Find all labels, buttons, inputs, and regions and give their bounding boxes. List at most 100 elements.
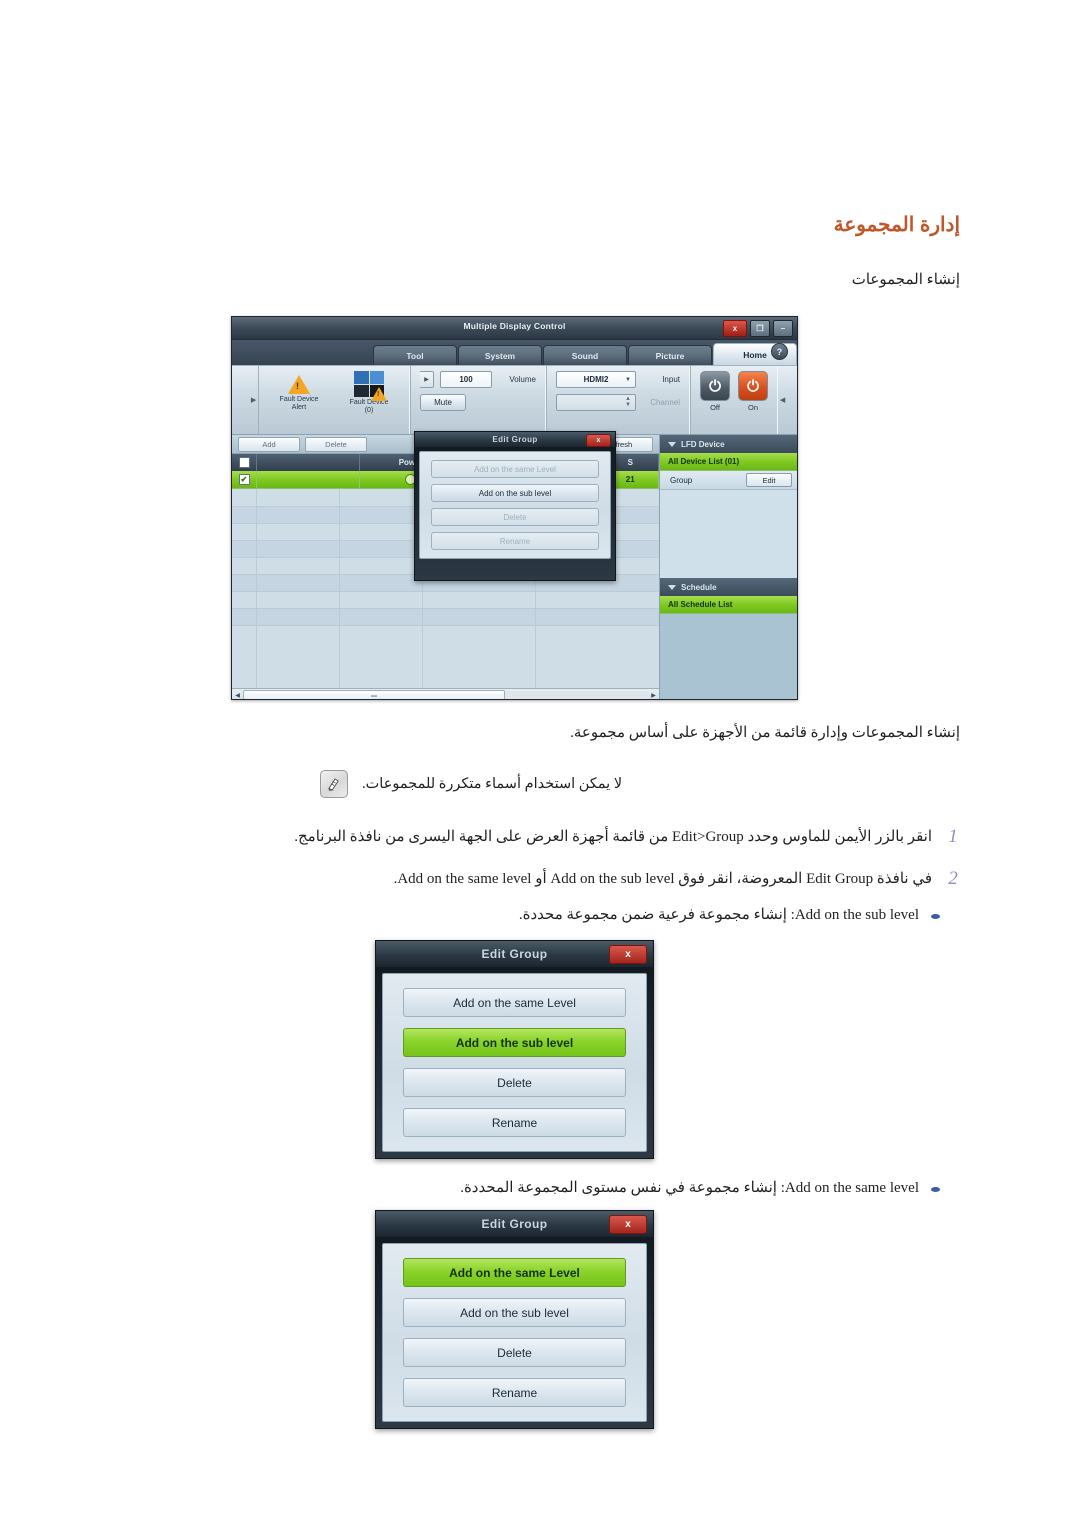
app-tabstrip: Home Picture Sound System Tool ? [232,340,797,366]
column-header-blank [257,454,360,471]
power-off-label: Off [710,403,720,412]
tab-picture[interactable]: Picture [628,345,712,365]
fault-device-alert-control[interactable]: Fault Device Alert [268,371,330,412]
horizontal-scrollbar[interactable]: ◀ ▬ ▶ [232,688,659,699]
close-icon[interactable]: x [586,434,611,447]
schedule-label: Schedule [681,582,717,592]
input-label: Input [662,375,680,384]
add-on-same-level-button[interactable]: Add on the same Level [403,988,626,1017]
group-edit-button[interactable]: Edit [746,473,792,487]
description-paragraph: إنشاء المجموعات وإدارة قائمة من الأجهزة … [570,725,960,741]
app-body: LFD Device All Device List (01) Group Ed… [232,431,797,699]
group-label: Group [670,475,693,485]
bullet-2-label: Add on the same level [784,1180,919,1196]
input-field-row: Input HDMI2 ▼ [556,371,680,388]
all-schedule-list-label: All Schedule List [668,600,733,609]
all-schedule-list-item[interactable]: All Schedule List [660,596,797,614]
scroll-right-icon[interactable]: ▶ [648,692,659,699]
volume-input[interactable]: 100 [440,371,492,388]
edit-group-body: Add on the same Level Add on the sub lev… [382,973,647,1152]
scroll-left-icon[interactable]: ◀ [232,692,243,699]
delete-button[interactable]: Delete [305,436,367,452]
schedule-header[interactable]: Schedule [660,578,797,596]
column-header-checkbox[interactable] [232,454,257,471]
warning-triangle-icon [371,387,387,401]
chevron-down-icon [668,441,676,447]
ribbon-group-power: ⏻ On ⏻ Off [690,366,778,434]
close-icon[interactable]: x [609,1215,647,1234]
ribbon-scroll-right-icon[interactable]: ▶ [249,366,258,434]
tab-sound[interactable]: Sound [543,345,627,365]
rename-button[interactable]: Rename [431,532,599,550]
scrollbar-track[interactable] [505,690,648,699]
edit-group-titlebar: Edit Group x [376,941,653,967]
edit-group-body: Add on the same Level Add on the sub lev… [382,1243,647,1422]
minimize-icon[interactable]: – [773,320,793,337]
tab-tool[interactable]: Tool [373,345,457,365]
edit-group-title: Edit Group [481,1217,548,1231]
mute-row: Mute [420,394,536,411]
delete-button[interactable]: Delete [403,1338,626,1367]
app-window-title: Multiple Display Control [463,321,566,331]
bullet-add-on-sub-level: Add on the sub level: إنشاء مجموعة فرعية… [320,905,940,924]
maximize-icon[interactable]: ❐ [750,320,770,337]
input-select[interactable]: HDMI2 ▼ [556,371,636,388]
power-off-icon[interactable]: ⏻ [700,371,730,401]
rename-button[interactable]: Rename [403,1108,626,1137]
all-device-list-item[interactable]: All Device List (01) [660,453,797,471]
delete-button[interactable]: Delete [431,508,599,526]
chevron-down-icon: ▼ [625,376,631,383]
mute-button[interactable]: Mute [420,394,466,411]
bullet-1-label: Add on the sub level [794,907,919,923]
channel-label: Channel [650,398,680,407]
row-checkbox-cell[interactable]: ✔ [232,471,257,488]
edit-group-title: Edit Group [492,435,538,444]
power-on-label: On [748,403,759,412]
edit-group-dialog-same-level: Edit Group x Add on the same Level Add o… [375,1210,654,1429]
step-2: 2 في نافذة Edit Group المعروضة، انقر فوق… [272,868,962,891]
scrollbar-thumb[interactable]: ▬ [243,689,505,699]
fault-device-control[interactable]: Fault Device (0) [338,371,400,415]
step-1-text: انقر بالزر الأيمن للماوس وحدد Edit>Group… [294,829,932,845]
edit-group-titlebar: Edit Group x [415,432,615,447]
fault-device-alert-label: Fault Device Alert [279,396,319,412]
channel-stepper[interactable]: ▲ ▼ [556,394,636,411]
add-on-sub-level-button[interactable]: Add on the sub level [431,484,599,502]
group-item[interactable]: Group Edit [660,471,797,490]
select-all-checkbox[interactable] [238,457,250,468]
volume-field-row: Volume 100 ▶ [420,371,536,388]
power-on-icon[interactable]: ⏻ [738,371,768,401]
volume-label: Volume [509,375,536,384]
bullet-2-desc: إنشاء مجموعة في نفس مستوى المجموعة المحد… [460,1180,777,1196]
app-ribbon: ◀ ⏻ On ⏻ Off Input HDMI2 ▼ Channel ▲ ▼ V… [232,366,797,435]
delete-button[interactable]: Delete [403,1068,626,1097]
edit-group-dialog-sub-level: Edit Group x Add on the same Level Add o… [375,940,654,1159]
lfd-device-label: LFD Device [681,439,725,449]
add-on-sub-level-button[interactable]: Add on the sub level [403,1298,626,1327]
lfd-device-header[interactable]: LFD Device [660,435,797,453]
power-on-control[interactable]: ⏻ On [738,371,768,412]
rename-button[interactable]: Rename [403,1378,626,1407]
row-checkbox[interactable]: ✔ [238,474,250,485]
power-off-control[interactable]: ⏻ Off [700,371,730,412]
close-icon[interactable]: x [609,945,647,964]
input-value: HDMI2 [583,375,609,384]
bullet-icon [931,914,940,919]
help-icon[interactable]: ? [771,343,788,360]
add-on-same-level-button[interactable]: Add on the same Level [403,1258,626,1287]
volume-arrow-icon[interactable]: ▶ [420,371,434,388]
add-on-sub-level-button[interactable]: Add on the sub level [403,1028,626,1057]
document-page: إدارة المجموعة إنشاء المجموعات Multiple … [0,0,1080,1527]
window-controls: – ❐ x [723,320,793,337]
tab-system[interactable]: System [458,345,542,365]
add-button[interactable]: Add [238,436,300,452]
close-icon[interactable]: x [723,320,747,337]
ribbon-scroll-left-icon[interactable]: ◀ [778,366,787,434]
row-cell-blank [257,471,360,488]
fault-alert-icon [288,375,310,394]
step-1: 1 انقر بالزر الأيمن للماوس وحدد Edit>Gro… [272,826,962,849]
page-title: إدارة المجموعة [833,214,960,236]
fault-device-icon [354,371,387,401]
add-on-same-level-button[interactable]: Add on the same Level [431,460,599,478]
edit-group-titlebar: Edit Group x [376,1211,653,1237]
